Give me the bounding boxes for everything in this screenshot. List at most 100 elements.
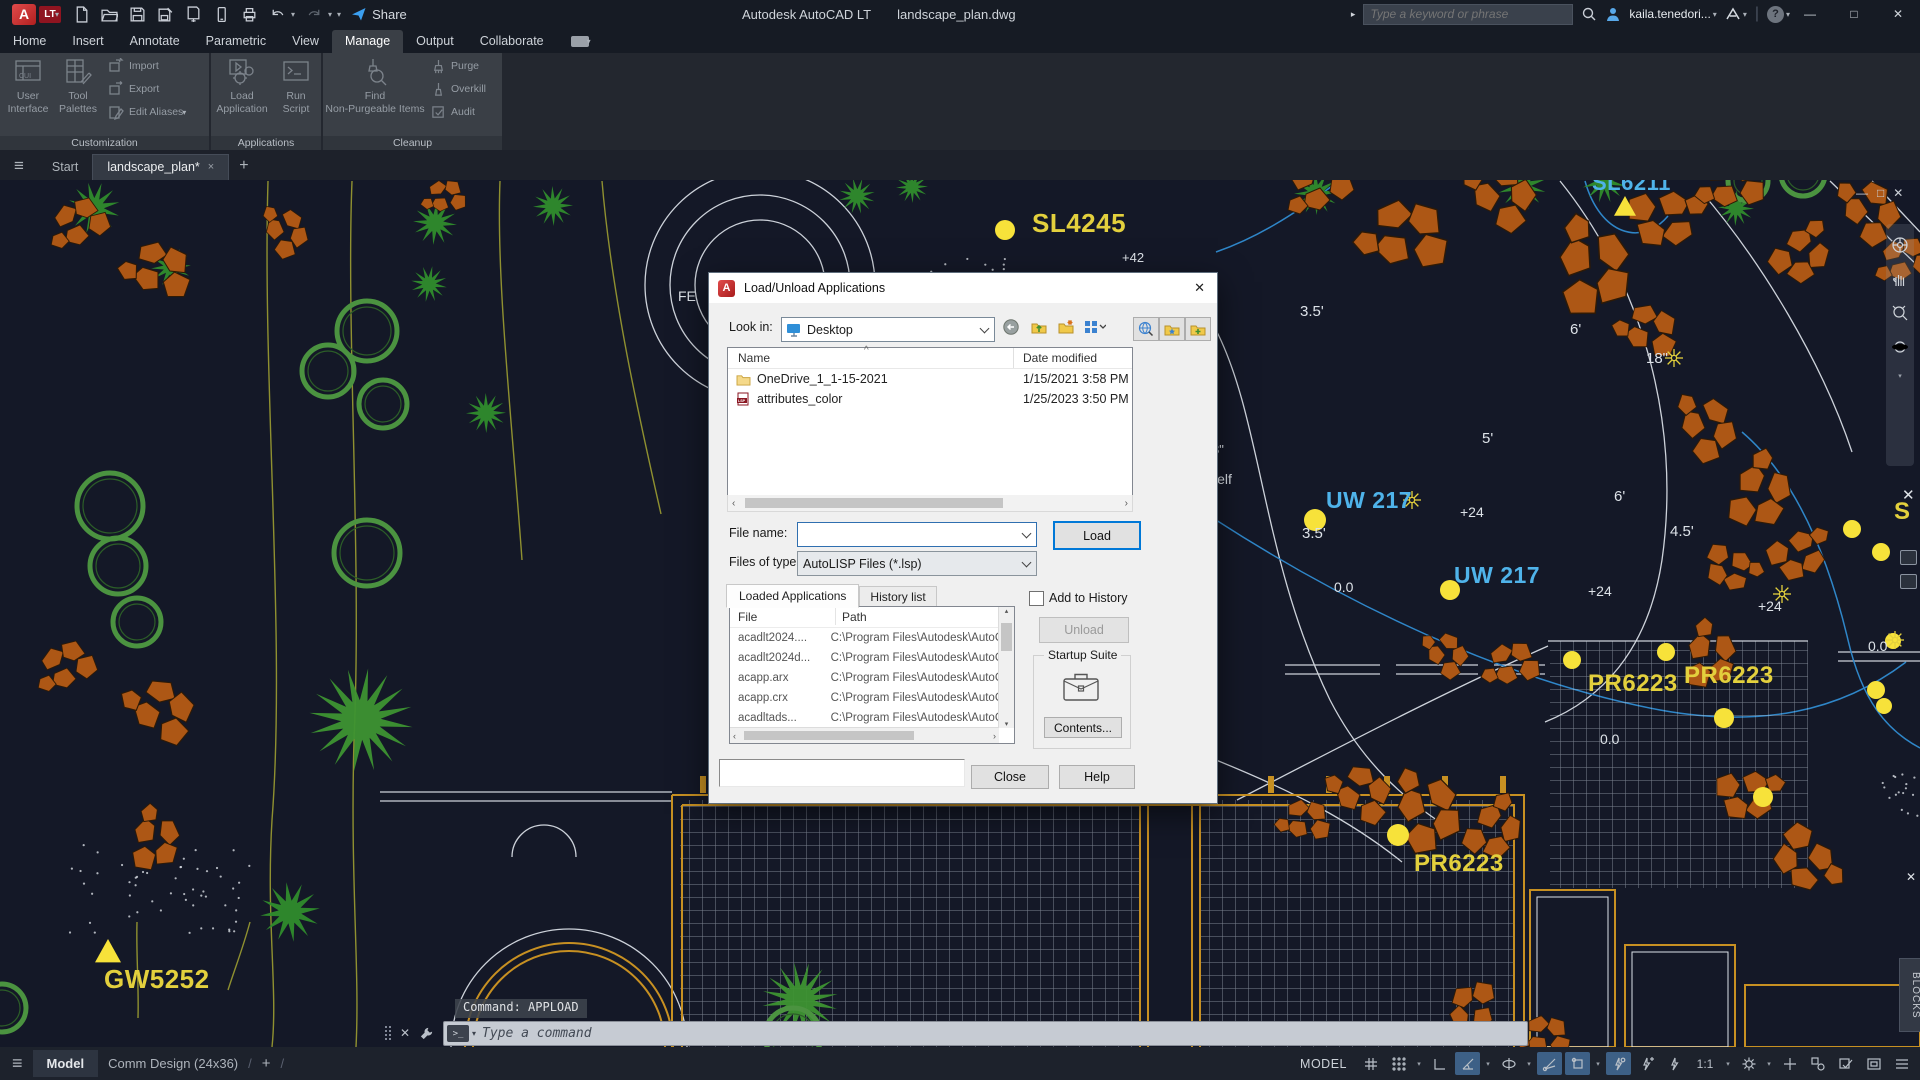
status-bar-menu-icon[interactable] — [1889, 1052, 1914, 1075]
tool-palettes-button[interactable]: Tool Palettes — [54, 57, 102, 116]
tab-history-list[interactable]: History list — [859, 586, 937, 608]
favorites-folder-button[interactable] — [1159, 317, 1185, 341]
new-file-icon[interactable] — [73, 5, 90, 23]
signed-in-user[interactable]: kaila.tenedori... — [1629, 7, 1710, 21]
autodesk-dropdown-icon[interactable]: ▾ — [1743, 10, 1747, 19]
redo-icon[interactable] — [306, 6, 323, 23]
viewport-close-icon[interactable]: ✕ — [1893, 186, 1903, 200]
file-browser-list[interactable]: Name ^ Date modified OneDrive_1_1-15-202… — [727, 345, 1133, 497]
views-menu-icon[interactable] — [1084, 319, 1106, 335]
file-row-onedrive[interactable]: OneDrive_1_1-15-2021 1/15/2021 3:58 PM — [728, 369, 1132, 389]
navigation-bar[interactable]: ▾ — [1886, 224, 1914, 466]
scale-dropdown-icon[interactable]: ▾ — [1723, 1060, 1733, 1068]
look-in-combo[interactable]: Desktop — [781, 317, 995, 342]
close-dialog-button[interactable]: Close — [971, 765, 1049, 789]
customization-gear-icon[interactable] — [1736, 1052, 1761, 1075]
annotation-scale-value[interactable]: 1:1 — [1690, 1052, 1720, 1075]
pan-hand-icon[interactable] — [1891, 270, 1909, 288]
briefcase-icon[interactable] — [1062, 670, 1100, 702]
hscroll-thumb[interactable] — [745, 498, 1004, 508]
app-menu-dropdown-icon[interactable]: ▾ — [55, 10, 59, 19]
back-icon[interactable] — [1003, 319, 1019, 335]
tab-manage[interactable]: Manage — [331, 30, 404, 53]
edit-aliases-button[interactable]: Edit Aliases ▾ — [108, 102, 186, 122]
loaded-app-row[interactable]: acapp.crx C:\Program Files\Autodesk\AutoC… — [730, 688, 1014, 708]
undo-icon[interactable] — [269, 6, 286, 23]
new-folder-icon[interactable] — [1058, 319, 1074, 335]
tab-home[interactable]: Home — [0, 30, 59, 53]
snap-dropdown-icon[interactable]: ▾ — [1414, 1060, 1424, 1068]
add-to-history-label[interactable]: Add to History — [1049, 591, 1128, 605]
panel-label-cleanup[interactable]: Cleanup — [323, 136, 502, 150]
load-button[interactable]: Load — [1053, 521, 1141, 550]
tab-insert[interactable]: Insert — [59, 30, 116, 53]
layout-menu-icon[interactable]: ≡ — [12, 1053, 23, 1074]
file-tab-menu-icon[interactable]: ≡ — [0, 156, 38, 180]
table-vscrollbar[interactable]: ▴ ▾ — [998, 607, 1014, 728]
export-button[interactable]: Export — [108, 79, 159, 99]
print-icon[interactable] — [241, 6, 258, 23]
search-icon[interactable] — [1581, 6, 1597, 22]
autodesk-logo-icon[interactable] — [1725, 6, 1741, 22]
annotation-scale-icon[interactable] — [1662, 1052, 1687, 1075]
scroll-down-icon[interactable]: ▾ — [1005, 720, 1009, 728]
loaded-app-row[interactable]: acadlt2024d... C:\Program Files\Autodesk\… — [730, 648, 1014, 668]
save-icon[interactable] — [129, 6, 146, 23]
file-row-attributes-color[interactable]: LSP attributes_color 1/25/2023 3:50 PM — [728, 389, 1132, 409]
contents-button[interactable]: Contents... — [1044, 717, 1122, 738]
restore-button[interactable]: □ — [1832, 0, 1876, 28]
viewport-restore-icon[interactable]: □ — [1877, 186, 1884, 200]
ribbon-display-toggle[interactable]: ▾ — [570, 36, 591, 53]
mini-palette-icon-2[interactable] — [1900, 574, 1917, 589]
file-tab-close-icon[interactable]: × — [208, 161, 214, 173]
zoom-extents-icon[interactable] — [1891, 304, 1909, 322]
qat-customize-dropdown-icon[interactable]: ▾ — [337, 10, 341, 19]
tab-collaborate[interactable]: Collaborate — [467, 30, 557, 53]
command-input-bar[interactable]: >_ ▾ Type a command — [443, 1021, 1528, 1046]
palette-close-icon[interactable]: ✕ — [1902, 486, 1915, 504]
tab-view[interactable]: View — [279, 30, 332, 53]
search-web-button[interactable] — [1133, 317, 1159, 341]
vscroll-thumb[interactable] — [1001, 623, 1012, 651]
polar-tracking-toggle[interactable] — [1455, 1052, 1480, 1075]
import-button[interactable]: Import — [108, 56, 159, 76]
ortho-mode-toggle[interactable] — [1427, 1052, 1452, 1075]
viewport-minimize-icon[interactable]: — — [1856, 186, 1868, 200]
tab-loaded-applications[interactable]: Loaded Applications — [726, 584, 860, 608]
command-close-icon[interactable]: ✕ — [400, 1026, 410, 1040]
tab-parametric[interactable]: Parametric — [193, 30, 279, 53]
save-as-icon[interactable] — [157, 6, 174, 23]
scroll-left-icon2[interactable]: ‹ — [733, 731, 736, 741]
audit-button[interactable]: Audit — [431, 102, 475, 122]
loaded-app-row[interactable]: acapp.arx C:\Program Files\Autodesk\AutoC… — [730, 668, 1014, 688]
plot-icon[interactable] — [185, 5, 202, 23]
share-button[interactable]: Share — [351, 6, 407, 22]
toolbar-close-icon[interactable]: ✕ — [1906, 870, 1916, 884]
model-space-tab[interactable]: Model — [32, 1050, 99, 1077]
object-snap-tracking-toggle[interactable] — [1537, 1052, 1562, 1075]
dialog-close-button[interactable]: ✕ — [1194, 280, 1205, 296]
customization-dropdown-icon[interactable]: ▾ — [1764, 1060, 1774, 1068]
add-to-history-checkbox[interactable] — [1029, 591, 1044, 606]
annotation-autoscale-toggle[interactable] — [1634, 1052, 1659, 1075]
mobile-icon[interactable] — [213, 6, 230, 23]
osnap-dropdown-icon[interactable]: ▾ — [1593, 1060, 1603, 1068]
annotation-visibility-toggle[interactable] — [1606, 1052, 1631, 1075]
user-avatar-icon[interactable] — [1605, 6, 1621, 22]
file-tab-drawing[interactable]: landscape_plan* × — [92, 154, 230, 180]
column-path[interactable]: Path — [842, 610, 867, 624]
unload-button[interactable]: Unload — [1039, 617, 1129, 643]
user-dropdown-icon[interactable]: ▾ — [1713, 10, 1717, 19]
hscroll2-thumb[interactable] — [744, 731, 914, 740]
command-drag-handle[interactable] — [384, 1025, 391, 1041]
file-tab-start[interactable]: Start — [38, 155, 92, 180]
column-name[interactable]: Name — [738, 351, 770, 368]
dialog-title-bar[interactable]: A Load/Unload Applications ✕ — [709, 273, 1217, 303]
run-script-button[interactable]: Run Script — [273, 57, 319, 116]
isodraft-toggle[interactable] — [1496, 1052, 1521, 1075]
new-drawing-tab-button[interactable]: + — [229, 157, 258, 180]
panel-label-customization[interactable]: Customization — [0, 136, 209, 150]
new-layout-button[interactable]: + — [262, 1055, 271, 1072]
files-of-type-combo[interactable]: AutoLISP Files (*.lsp) — [797, 551, 1037, 576]
scroll-right-icon2[interactable]: › — [993, 731, 996, 741]
